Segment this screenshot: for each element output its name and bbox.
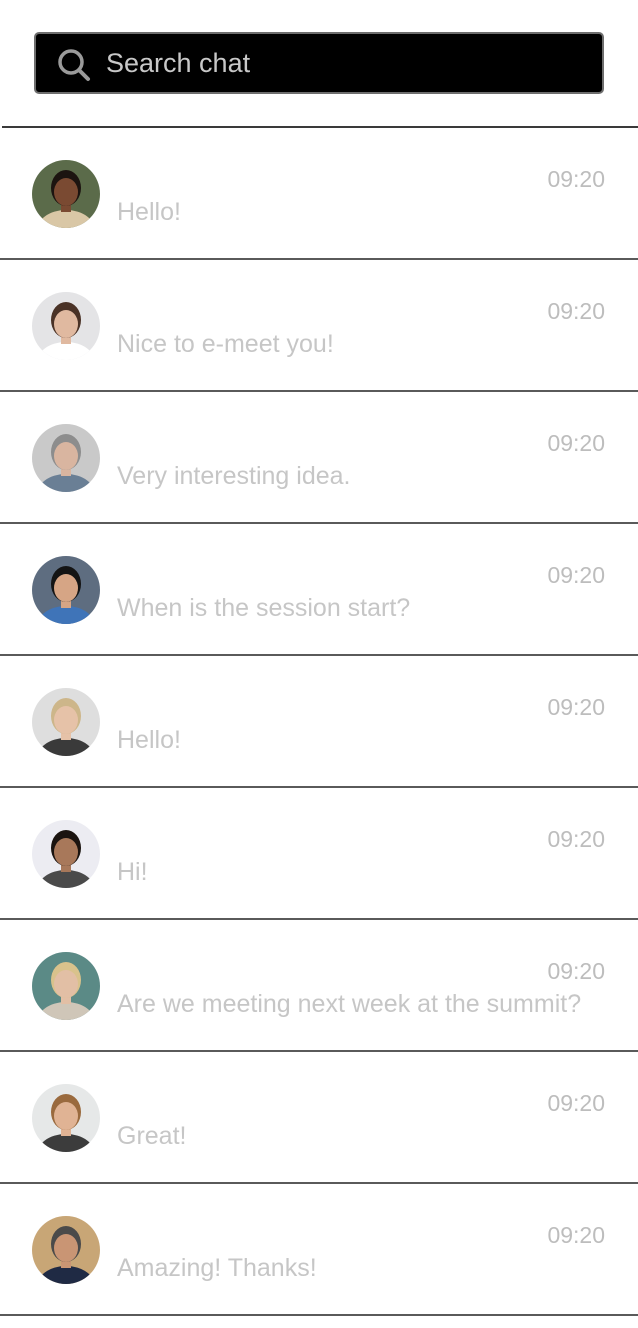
chat-list-item[interactable]: 09:20 Hello! xyxy=(0,656,638,788)
chat-list-item[interactable]: 09:20 Hello! xyxy=(0,128,638,260)
chat-message-preview: When is the session start? xyxy=(117,594,411,622)
avatar xyxy=(32,160,100,228)
chat-message-preview: Very interesting idea. xyxy=(117,462,351,490)
chat-timestamp: 09:20 xyxy=(547,1222,605,1248)
chat-timestamp: 09:20 xyxy=(547,562,605,588)
chat-timestamp: 09:20 xyxy=(547,166,605,192)
chat-list-item[interactable]: 09:20 Very interesting idea. xyxy=(0,392,638,524)
chat-message-preview: Nice to e-meet you! xyxy=(117,330,334,358)
chat-list-item[interactable]: 09:20 Nice to e-meet you! xyxy=(0,260,638,392)
chat-timestamp: 09:20 xyxy=(547,430,605,456)
chat-timestamp: 09:20 xyxy=(547,958,605,984)
chat-message-preview: Hi! xyxy=(117,858,148,886)
chat-list-item[interactable]: 09:20 Amazing! Thanks! xyxy=(0,1184,638,1316)
chat-list: 09:20 Hello! 09:20 Nice to e-meet you! 09:20… xyxy=(0,128,638,1316)
search-input[interactable] xyxy=(106,34,586,92)
chat-timestamp: 09:20 xyxy=(547,694,605,720)
chat-list-item[interactable]: 09:20 When is the session start? xyxy=(0,524,638,656)
avatar xyxy=(32,820,100,888)
search-bar[interactable] xyxy=(34,32,604,94)
avatar xyxy=(32,952,100,1020)
chat-timestamp: 09:20 xyxy=(547,298,605,324)
avatar xyxy=(32,556,100,624)
chat-message-preview: Amazing! Thanks! xyxy=(117,1254,317,1282)
chat-message-preview: Are we meeting next week at the summit? xyxy=(117,990,582,1018)
search-icon xyxy=(56,47,92,83)
avatar xyxy=(32,292,100,360)
chat-timestamp: 09:20 xyxy=(547,1090,605,1116)
chat-list-item[interactable]: 09:20 Hi! xyxy=(0,788,638,920)
chat-list-item[interactable]: 09:20 Great! xyxy=(0,1052,638,1184)
chat-message-preview: Great! xyxy=(117,1122,187,1150)
chat-timestamp: 09:20 xyxy=(547,826,605,852)
chat-list-item[interactable]: 09:20 Are we meeting next week at the sum… xyxy=(0,920,638,1052)
avatar xyxy=(32,424,100,492)
chat-message-preview: Hello! xyxy=(117,726,181,754)
avatar xyxy=(32,1084,100,1152)
avatar xyxy=(32,688,100,756)
chat-message-preview: Hello! xyxy=(117,198,181,226)
avatar xyxy=(32,1216,100,1284)
